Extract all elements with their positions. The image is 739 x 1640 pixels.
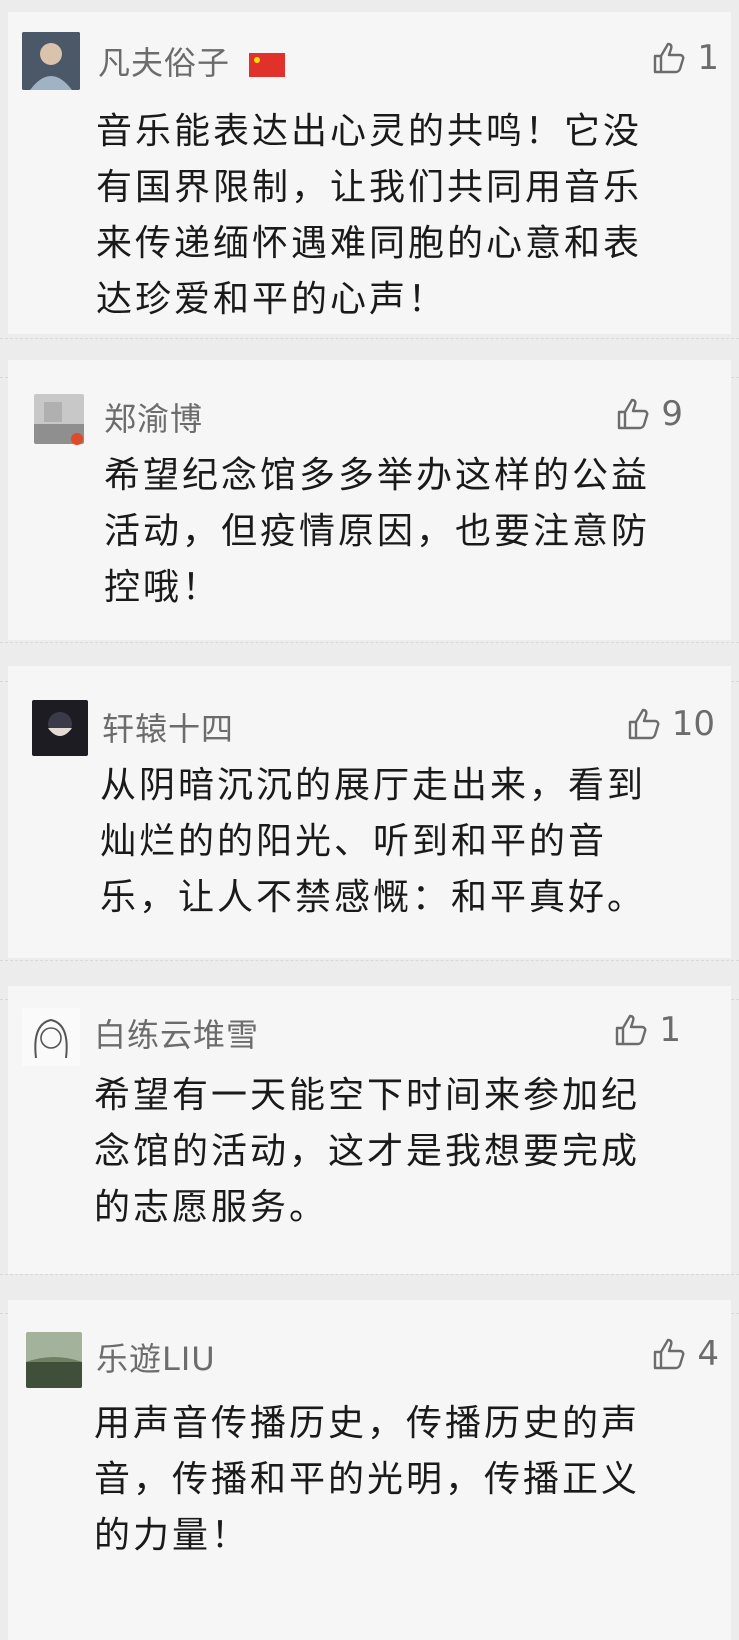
dark-avatar-icon[interactable]	[32, 700, 88, 756]
china-flag-icon	[249, 53, 286, 77]
like-count: 10	[671, 704, 715, 744]
comment-card: 乐遊LIU 4 用声音传播历史，传播历史的声 音，传播和平的光明，传播正义 的力…	[8, 1300, 731, 1640]
like-button[interactable]: 4	[651, 1334, 719, 1374]
sketch-avatar-icon[interactable]	[22, 1008, 80, 1066]
comment-text: 希望纪念馆多多举办这样的公益 活动，但疫情原因，也要注意防 控哦！	[104, 455, 651, 608]
commenter-name[interactable]: 郑渝博	[104, 394, 203, 440]
thumbs-up-icon	[628, 708, 660, 740]
comment-card: 凡夫俗子 1 音乐能表达出心灵的共鸣！它没 有国界限制，让我们共同用音乐 来传递…	[8, 12, 731, 334]
commenter-name[interactable]: 乐遊LIU	[96, 1334, 216, 1380]
thumbs-up-icon	[654, 1338, 685, 1370]
comment-text: 希望有一天能空下时间来参加纪 念馆的活动，这才是我想要完成 的志愿服务。	[94, 1075, 641, 1228]
comment-text: 音乐能表达出心灵的共鸣！它没 有国界限制，让我们共同用音乐 来传递缅怀遇难同胞的…	[96, 111, 643, 320]
like-count: 1	[697, 38, 719, 78]
commenter-name[interactable]: 凡夫俗子	[98, 38, 286, 84]
comment-card: 郑渝博 9 希望纪念馆多多举办这样的公益 活动，但疫情原因，也要注意防 控哦！	[8, 360, 731, 640]
like-button[interactable]: 9	[615, 394, 683, 434]
thumbs-up-icon	[616, 1014, 647, 1046]
commenter-name[interactable]: 轩辕十四	[102, 704, 234, 750]
comment-card: 轩辕十四 10 从阴暗沉沉的展厅走出来，看到 灿烂的的阳光、听到和平的音 乐，让…	[8, 666, 731, 958]
like-button[interactable]: 10	[626, 704, 715, 744]
like-count: 1	[659, 1010, 681, 1050]
comment-text: 从阴暗沉沉的展厅走出来，看到 灿烂的的阳光、听到和平的音 乐，让人不禁感慨：和平…	[100, 765, 647, 918]
like-button[interactable]: 1	[613, 1010, 681, 1050]
comment-text: 用声音传播历史，传播历史的声 音，传播和平的光明，传播正义 的力量！	[94, 1403, 641, 1556]
thumbs-up-icon	[654, 42, 685, 74]
commenter-name[interactable]: 白练云堆雪	[94, 1010, 259, 1056]
like-count: 9	[661, 394, 683, 434]
thumbs-up-icon	[618, 398, 649, 430]
comment-card: 白练云堆雪 1 希望有一天能空下时间来参加纪 念馆的活动，这才是我想要完成 的志…	[8, 986, 731, 1286]
portrait-avatar-icon[interactable]	[22, 32, 80, 90]
status-dot-icon	[71, 433, 83, 445]
landscape-avatar-icon[interactable]	[26, 1332, 82, 1388]
like-button[interactable]: 1	[651, 38, 719, 78]
like-count: 4	[697, 1334, 719, 1374]
